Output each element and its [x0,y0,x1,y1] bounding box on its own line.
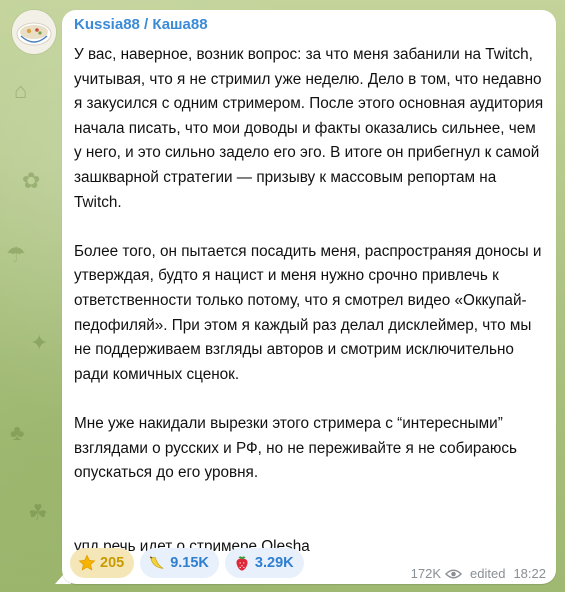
message-paragraph: Более того, он пытается посадить меня, р… [74,242,542,383]
wallpaper-doodle-icon: ⌂ [14,78,28,103]
message-bubble[interactable]: Kussia88 / Каша88 У вас, наверное, возни… [62,10,556,584]
wallpaper-doodle-icon: ♣ [10,420,25,445]
eye-icon [445,569,463,578]
strawberry-icon [236,556,248,571]
reaction-banana[interactable]: 9.15K [140,548,219,578]
message-time: 18:22 [513,566,546,581]
star-icon [78,554,96,571]
wallpaper-doodle-icon: ☘ [28,500,48,525]
reaction-count: 9.15K [170,555,209,571]
message-paragraph: Мне уже накидали вырезки этого стримера … [74,414,518,482]
message-paragraph: У вас, наверное, возник вопрос: за что м… [74,46,544,211]
author-name[interactable]: Kussia88 / Каша88 [74,16,208,33]
message-text: У вас, наверное, возник вопрос: за что м… [74,43,544,584]
reaction-strawberry[interactable]: 3.29K [224,548,304,578]
wallpaper-doodle-icon: ☂ [6,242,26,267]
channel-avatar[interactable] [12,10,56,54]
wallpaper-doodle-icon: ✦ [30,330,49,355]
reaction-count: 3.29K [254,555,294,571]
reactions-bar: 205 9.15K 3.29K [70,548,304,578]
message-meta: 172K edited 18:22 [411,566,546,581]
reaction-star[interactable]: 205 [70,548,135,578]
wallpaper-doodle-icon: ✿ [22,168,41,193]
reaction-count: 205 [100,555,125,571]
banana-icon [150,556,164,569]
porridge-bowl-icon [12,10,56,54]
views-count: 172K [410,566,442,581]
edited-label: edited [470,566,506,581]
